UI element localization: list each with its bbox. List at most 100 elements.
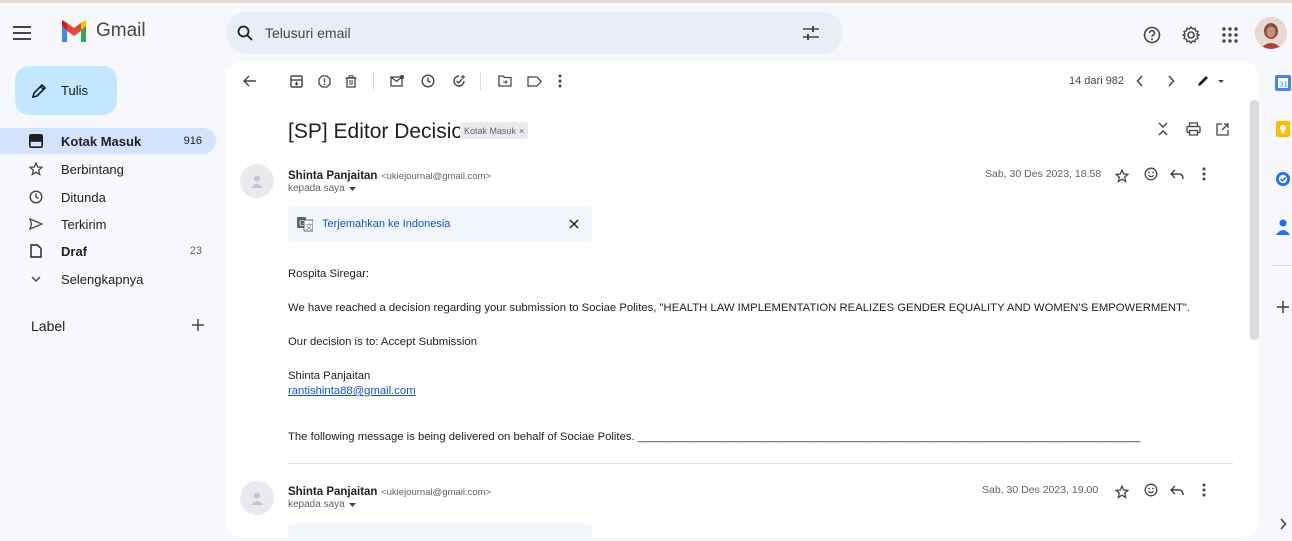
pencil-icon — [31, 83, 47, 99]
email-footer: The following message is being delivered… — [288, 431, 1141, 443]
toolbar-divider — [480, 72, 481, 90]
sender-name[interactable]: Shinta Panjaitan — [288, 486, 377, 498]
inbox-label-chip[interactable]: Kotak Masuk × — [460, 122, 529, 139]
more-vertical-icon[interactable] — [550, 71, 570, 91]
sidebar-item-drafts[interactable]: Draf 23 — [0, 238, 216, 264]
email-greeting: Rospita Siregar: — [288, 268, 369, 280]
message-date: Sab, 30 Des 2023, 18.58 — [985, 168, 1102, 180]
delete-trash-icon[interactable] — [341, 71, 361, 91]
main-menu-icon[interactable] — [10, 21, 34, 45]
keep-app-icon[interactable] — [1274, 120, 1292, 138]
help-icon[interactable] — [1141, 24, 1163, 46]
recipient-details-toggle[interactable]: kepada saya — [288, 499, 356, 510]
signature-name: Shinta Panjaitan — [288, 370, 371, 382]
compose-button[interactable]: Tulis — [15, 66, 117, 115]
reply-arrow-icon[interactable] — [1167, 164, 1187, 184]
star-message-icon[interactable] — [1112, 482, 1132, 502]
toolbar-divider — [373, 72, 374, 90]
calendar-app-icon[interactable]: 31 — [1274, 74, 1292, 92]
mark-unread-icon[interactable] — [387, 71, 407, 91]
close-translate-x-icon[interactable] — [567, 217, 581, 231]
settings-gear-icon[interactable] — [1180, 24, 1202, 46]
add-reaction-emoji-icon[interactable] — [1141, 164, 1161, 184]
email-paragraph: Our decision is to: Accept Submission — [288, 336, 477, 348]
sidebar-item-label: Kotak Masuk — [61, 133, 142, 149]
archive-icon[interactable] — [286, 71, 306, 91]
message-divider — [288, 463, 1233, 464]
sidebar-item-label: Selengkapnya — [61, 271, 144, 287]
svg-text:31: 31 — [1279, 81, 1288, 89]
previous-chevron-icon[interactable] — [1130, 71, 1150, 91]
sidebar-item-label: Terkirim — [61, 216, 107, 232]
compose-label: Tulis — [61, 83, 88, 98]
translate-link[interactable]: Terjemahkan ke Indonesia — [322, 218, 450, 230]
pagination-text: 14 dari 982 — [1069, 75, 1125, 87]
sender-email: <ukiejournal@gmail.com> — [381, 171, 492, 182]
recipient-label: kepada saya — [288, 499, 345, 510]
window-top-edge — [0, 0, 1292, 3]
translate-banner: G文 Terjemahkan ke Indonesia — [288, 207, 592, 241]
next-chevron-icon[interactable] — [1161, 71, 1181, 91]
reading-pane-scrollbar[interactable] — [1250, 100, 1259, 340]
recipient-details-toggle[interactable]: kepada saya — [288, 183, 356, 194]
chevron-down-icon — [28, 271, 44, 287]
message-more-vertical-icon[interactable] — [1194, 164, 1214, 184]
sender-line: Shinta Panjaitan <ukiejournal@gmail.com> — [288, 167, 491, 182]
search-bar[interactable] — [226, 12, 843, 54]
translate-icon: G文 — [297, 216, 313, 232]
account-avatar[interactable] — [1255, 17, 1287, 49]
print-icon[interactable] — [1183, 119, 1203, 139]
unread-count: 916 — [183, 135, 202, 147]
file-icon — [28, 243, 44, 259]
svg-text:文: 文 — [306, 222, 313, 231]
add-to-tasks-icon[interactable] — [449, 71, 469, 91]
show-side-panel-chevron-icon[interactable] — [1276, 516, 1290, 532]
sidebar-item-sent[interactable]: Terkirim — [0, 211, 216, 237]
message-more-vertical-icon[interactable] — [1194, 480, 1214, 500]
sender-avatar[interactable] — [240, 481, 274, 515]
gmail-logo[interactable]: Gmail — [60, 20, 146, 42]
sender-email: <ukiejournal@gmail.com> — [381, 487, 492, 498]
report-spam-icon[interactable] — [314, 71, 334, 91]
apps-grid-icon[interactable] — [1219, 24, 1241, 46]
sidebar-item-starred[interactable]: Berbintang — [0, 156, 216, 182]
sidebar-item-snoozed[interactable]: Ditunda — [0, 184, 216, 210]
sidebar-item-label: Berbintang — [61, 161, 124, 177]
reply-arrow-icon[interactable] — [1167, 480, 1187, 500]
app-name: Gmail — [96, 20, 146, 41]
label-tag-icon[interactable] — [524, 71, 544, 91]
inbox-icon — [28, 133, 44, 149]
sender-line: Shinta Panjaitan <ukiejournal@gmail.com> — [288, 483, 491, 498]
caret-down-icon — [348, 502, 356, 507]
remove-label-x-icon[interactable]: × — [519, 126, 524, 136]
collapse-all-icon[interactable] — [1153, 119, 1173, 139]
star-message-icon[interactable] — [1112, 166, 1132, 186]
contacts-app-icon[interactable] — [1274, 218, 1292, 236]
sender-avatar[interactable] — [240, 164, 274, 198]
email-subject: [SP] Editor Decision — [288, 120, 475, 143]
labels-heading: Label — [31, 318, 66, 334]
signature-email-link[interactable]: rantishinta88@gmail.com — [288, 385, 416, 397]
sidebar-item-more[interactable]: Selengkapnya — [0, 266, 216, 292]
get-addons-plus-icon[interactable] — [1274, 298, 1292, 316]
gmail-m-icon — [62, 20, 86, 42]
translate-banner-partial — [288, 523, 592, 537]
back-arrow-icon[interactable] — [240, 71, 260, 91]
sender-name[interactable]: Shinta Panjaitan — [288, 170, 377, 182]
input-tools-pen-icon[interactable] — [1194, 71, 1228, 91]
search-icon[interactable] — [237, 25, 253, 41]
star-icon — [28, 161, 44, 177]
snooze-clock-icon[interactable] — [418, 71, 438, 91]
email-paragraph: We have reached a decision regarding you… — [288, 302, 1191, 314]
tasks-app-icon[interactable] — [1274, 170, 1292, 188]
drafts-count: 23 — [189, 245, 202, 257]
search-options-icon[interactable] — [803, 26, 819, 40]
send-icon — [28, 216, 44, 232]
move-to-folder-icon[interactable] — [495, 71, 515, 91]
add-reaction-emoji-icon[interactable] — [1141, 480, 1161, 500]
sidebar-item-label: Draf — [61, 243, 88, 259]
open-in-new-window-icon[interactable] — [1212, 119, 1232, 139]
search-input[interactable] — [265, 25, 745, 41]
sidebar-item-inbox[interactable]: Kotak Masuk 916 — [0, 128, 216, 154]
create-label-plus-icon[interactable] — [190, 317, 206, 333]
